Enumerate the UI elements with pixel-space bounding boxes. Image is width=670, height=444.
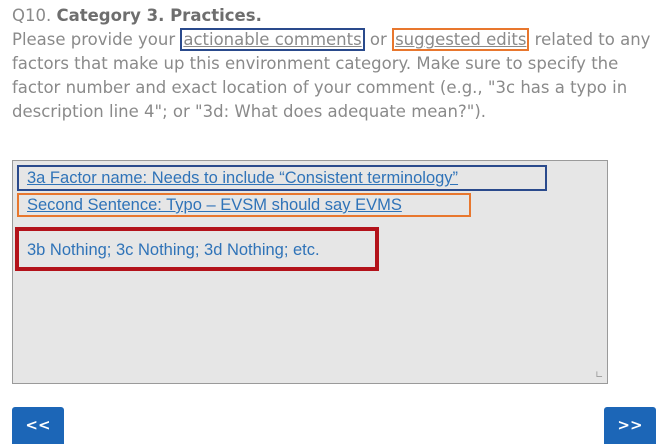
prompt-text-before: Please provide your [12, 30, 181, 49]
next-button[interactable]: >> [604, 407, 656, 444]
comment-textarea[interactable]: 3a Factor name: Needs to include “Consis… [12, 160, 608, 384]
highlight-actionable-comments: actionable comments [180, 28, 365, 51]
comment-line-factor-name: 3a Factor name: Needs to include “Consis… [17, 165, 547, 191]
comment-line-nothing: 3b Nothing; 3c Nothing; 3d Nothing; etc. [15, 227, 379, 271]
previous-button[interactable]: << [12, 407, 64, 444]
resize-grip-icon[interactable]: ∟ [595, 371, 605, 381]
comment-line-second-sentence: Second Sentence: Typo – EVSM should say … [17, 193, 471, 217]
question-prompt: Please provide your actionable comments … [12, 28, 662, 124]
question-category-title: Category 3. Practices. [56, 6, 262, 25]
prompt-text-or: or [364, 30, 393, 49]
question-number: Q10. [12, 6, 52, 25]
highlight-suggested-edits: suggested edits [392, 28, 530, 51]
question-block: Q10. Category 3. Practices. Please provi… [12, 4, 662, 124]
question-title: Q10. Category 3. Practices. [12, 4, 662, 28]
